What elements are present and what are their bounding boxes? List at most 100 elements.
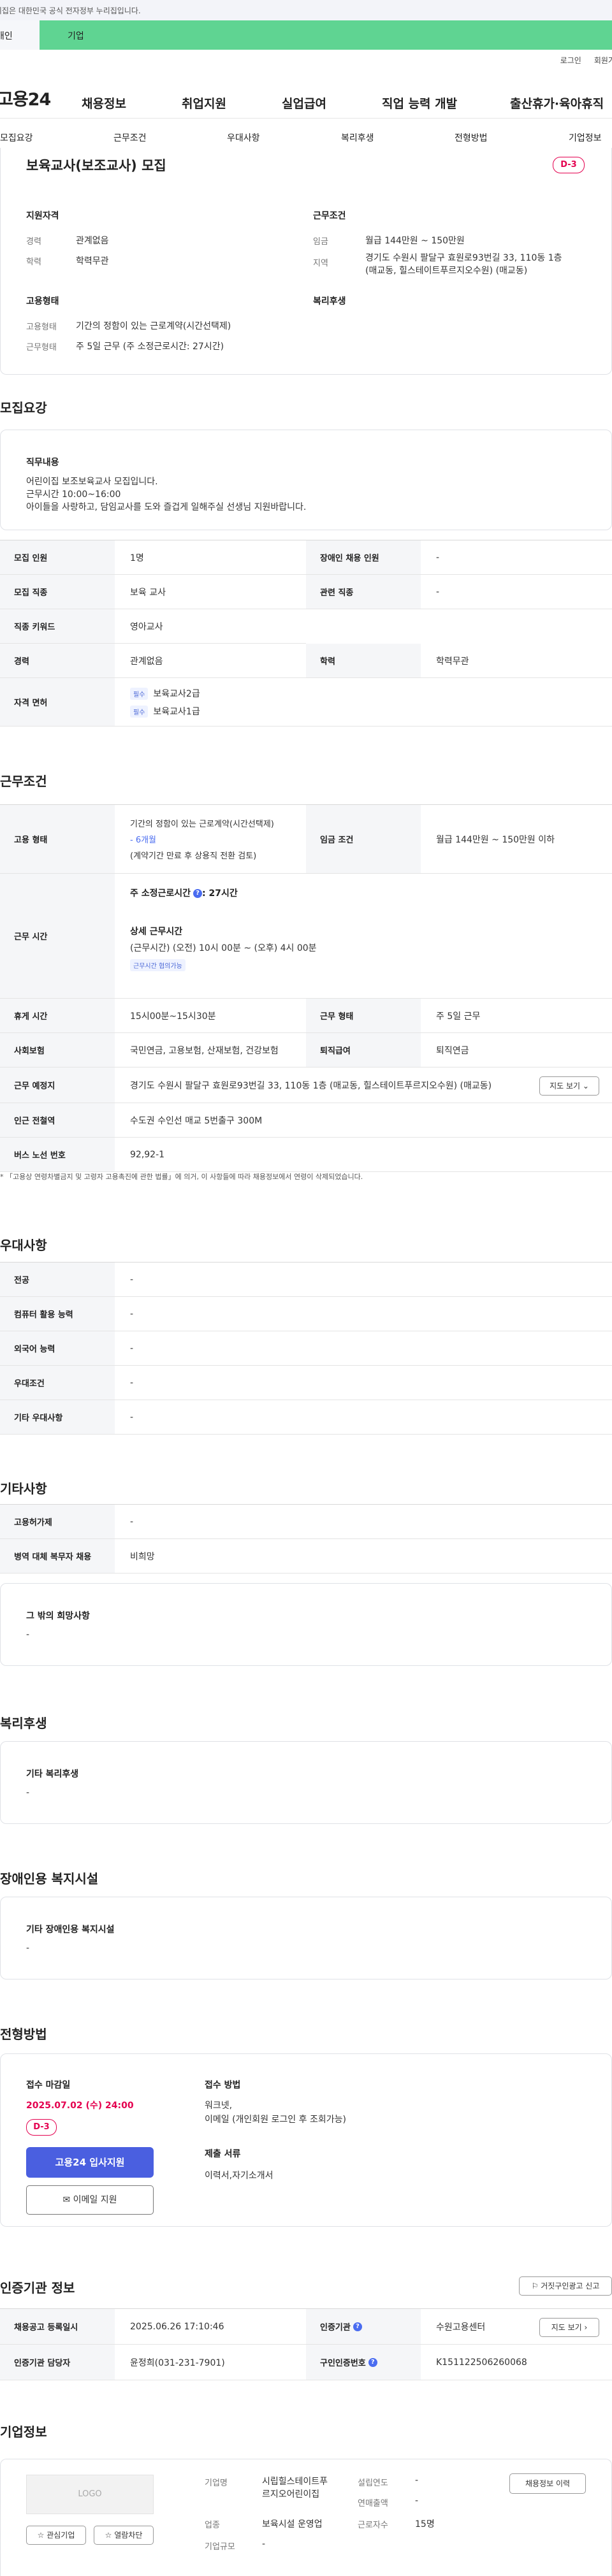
- table-row: 우대조건 -: [0, 1366, 612, 1400]
- info-icon[interactable]: ?: [368, 2357, 377, 2367]
- chevron-right-icon: ›: [584, 2323, 588, 2332]
- job-history-button[interactable]: 채용정보 이력: [509, 2473, 586, 2494]
- wage-value: 월급 144만원 ~ 150만원: [365, 236, 465, 246]
- job-title: 보육교사(보조교사) 모집: [26, 158, 166, 173]
- required-tag: 필수: [130, 705, 149, 718]
- deadline-date: 2025.07.02 (수) 24:00: [26, 2101, 134, 2111]
- agency-map-button[interactable]: 지도 보기 ›: [539, 2318, 599, 2337]
- table-row: 채용공고 등록일시 2025.06.26 17:10:46 인증기관? 수원고용…: [0, 2309, 612, 2345]
- duty-title: 직무내용: [26, 458, 59, 468]
- welfare-card: 기타 복리후생 -: [0, 1741, 612, 1824]
- tab-company[interactable]: 기업: [40, 20, 612, 50]
- tab-recruit[interactable]: 모집요강: [0, 131, 33, 144]
- section-welfare-title: 복리후생: [0, 1716, 47, 1731]
- nav-employment-support[interactable]: 취업지원: [182, 94, 226, 112]
- section-agency-title: 인증기관 정보: [0, 2280, 75, 2296]
- region-label: 지역: [313, 259, 328, 268]
- report-icon: ⚐: [531, 2282, 539, 2290]
- utility-menu: 로그인 회원가입: [0, 50, 612, 65]
- emp-type-value: 기간의 정함이 있는 근로계약(시간선택제): [76, 321, 231, 331]
- star-icon: ☆: [105, 2531, 112, 2540]
- table-row: 경력 관계없음 학력 학력무관: [0, 644, 612, 678]
- table-row: 컴퓨터 활용 능력 -: [0, 1297, 612, 1331]
- wage-label: 임금: [313, 237, 328, 247]
- nav-job-info[interactable]: 채용정보: [82, 94, 126, 112]
- section-selection-title: 전형방법: [0, 2027, 47, 2042]
- table-row: 자격 면허 필수 보육교사2급 필수 보육교사1급: [0, 678, 612, 727]
- false-ad-report-button[interactable]: ⚐ 거짓구인광고 신고: [519, 2276, 612, 2296]
- duty-card: 직무내용 어린이집 보조보육교사 모집입니다. 근무시간 10:00~16:00…: [0, 430, 612, 530]
- welfare-title: 복리후생: [313, 296, 346, 307]
- mail-icon: ✉: [62, 2195, 71, 2205]
- company-card: LOGO ☆ 관심기업 ☆ 열람차단 기업명 시립힐스테이트푸 르지오어린이집 …: [0, 2459, 612, 2576]
- recruit-table: 모집 인원 1명 장애인 채용 인원 - 모집 직종 보육 교사 관련 직종 -…: [0, 540, 612, 727]
- table-row: 고용허가제 -: [0, 1505, 612, 1539]
- duty-line-2: 근무시간 10:00~16:00: [26, 489, 121, 500]
- company-logo-placeholder: LOGO: [26, 2475, 154, 2514]
- tab-conditions[interactable]: 근무조건: [113, 131, 147, 144]
- nav-maternity-leave[interactable]: 출산휴가·육아휴직: [510, 94, 604, 112]
- table-row: 버스 노선 번호 92,92-1: [0, 1138, 612, 1172]
- agency-table: 채용공고 등록일시 2025.06.26 17:10:46 인증기관? 수원고용…: [0, 2308, 612, 2380]
- gov-notice: 이 누리집은 대한민국 공식 전자정부 누리집입니다.: [0, 6, 141, 15]
- disability-card: 기타 장애인용 복지시설 -: [0, 1897, 612, 1979]
- table-row: 병역 대체 복무자 채용 비희망: [0, 1539, 612, 1574]
- nav-vocational-training[interactable]: 직업 능력 개발: [382, 94, 457, 112]
- work-type-label: 근무형태: [26, 343, 57, 352]
- age-notice: * 「고용상 연령차별금지 및 고령자 고용촉진에 관한 법률」에 의거, 이 …: [0, 1173, 363, 1181]
- table-row: 휴게 시간 15시00분~15시30분 근무 형태 주 5일 근무: [0, 999, 612, 1033]
- gov-notice-bar: 이 누리집은 대한민국 공식 전자정부 누리집입니다.: [0, 0, 612, 20]
- login-link[interactable]: 로그인: [560, 55, 581, 65]
- career-label: 경력: [26, 237, 41, 247]
- table-row: 근무 예정지 경기도 수원시 팔달구 효원로93번길 33, 110동 1층 (…: [0, 1067, 612, 1103]
- table-row: 기타 우대사항 -: [0, 1400, 612, 1435]
- etc-table: 고용허가제 - 병역 대체 복무자 채용 비희망: [0, 1504, 612, 1574]
- block-view-button[interactable]: ☆ 열람차단: [94, 2526, 154, 2545]
- info-icon[interactable]: ?: [353, 2322, 362, 2331]
- edu-value: 학력무관: [76, 256, 109, 266]
- chevron-down-icon: ⌄: [582, 1082, 589, 1090]
- table-row: 인근 전철역 수도권 수인선 매교 5번출구 300M: [0, 1103, 612, 1138]
- tab-welfare[interactable]: 복리후생: [341, 131, 374, 144]
- emp-title: 고용형태: [26, 296, 59, 307]
- preference-table: 전공 - 컴퓨터 활용 능력 - 외국어 능력 - 우대조건 - 기타 우대사항…: [0, 1262, 612, 1435]
- career-value: 관계없음: [76, 236, 109, 246]
- section-etc-title: 기타사항: [0, 1481, 47, 1496]
- table-row: 고용 형태 기간의 정함이 있는 근로계약(시간선택제) - 6개월 (계약기간…: [0, 805, 612, 874]
- apply-button[interactable]: 고용24 입사지원: [26, 2147, 154, 2178]
- duty-line-3: 아이들을 사랑하고, 담임교사를 도와 즐겁게 일해주실 선생님 지원바랍니다.: [26, 502, 307, 512]
- site-logo[interactable]: 고용24: [0, 85, 51, 110]
- tab-selection[interactable]: 전형방법: [455, 131, 488, 144]
- required-tag: 필수: [130, 687, 149, 700]
- info-icon[interactable]: ?: [193, 889, 203, 898]
- email-apply-button[interactable]: ✉ 이메일 지원: [26, 2185, 154, 2215]
- conditions-table: 고용 형태 기간의 정함이 있는 근로계약(시간선택제) - 6개월 (계약기간…: [0, 804, 612, 1172]
- license-2: 보육교사1급: [153, 706, 200, 717]
- license-1: 보육교사2급: [153, 688, 200, 699]
- emp-type-label: 고용형태: [26, 322, 57, 332]
- table-row: 인증기관 담당자 윤정희(031-231-7901) 구인인증번호? K1511…: [0, 2345, 612, 2380]
- map-view-button[interactable]: 지도 보기 ⌄: [539, 1076, 599, 1096]
- favorite-company-button[interactable]: ☆ 관심기업: [26, 2526, 86, 2545]
- section-preference-title: 우대사항: [0, 1238, 47, 1253]
- signup-link[interactable]: 회원가입: [594, 55, 612, 65]
- star-icon: ☆: [37, 2531, 45, 2540]
- table-row: 외국어 능력 -: [0, 1331, 612, 1366]
- qual-title: 지원자격: [26, 211, 59, 221]
- global-nav: 고용24 채용정보 취업지원 실업급여 직업 능력 개발 출산휴가·육아휴직: [0, 64, 612, 119]
- tab-individual[interactable]: 개인: [0, 20, 40, 50]
- section-disability-title: 장애인용 복지시설: [0, 1871, 99, 1886]
- dday-badge: D-3: [26, 2119, 57, 2136]
- section-company-title: 기업정보: [0, 2424, 47, 2440]
- duty-line-1: 어린이집 보조보육교사 모집입니다.: [26, 477, 158, 487]
- tab-preference[interactable]: 우대사항: [227, 131, 260, 144]
- table-row: 모집 직종 보육 교사 관련 직종 -: [0, 575, 612, 609]
- table-row: 전공 -: [0, 1263, 612, 1297]
- nav-unemployment-benefit[interactable]: 실업급여: [282, 94, 326, 112]
- selection-card: 접수 마감일 2025.07.02 (수) 24:00 D-3 고용24 입사지…: [0, 2053, 612, 2227]
- work-type-value: 주 5일 근무 (주 소정근로시간: 27시간): [76, 342, 224, 352]
- tab-company[interactable]: 기업정보: [569, 131, 602, 144]
- table-row: 모집 인원 1명 장애인 채용 인원 -: [0, 540, 612, 575]
- other-wish-card: 그 밖의 희망사항 -: [0, 1583, 612, 1666]
- dday-badge: D-3: [553, 157, 585, 173]
